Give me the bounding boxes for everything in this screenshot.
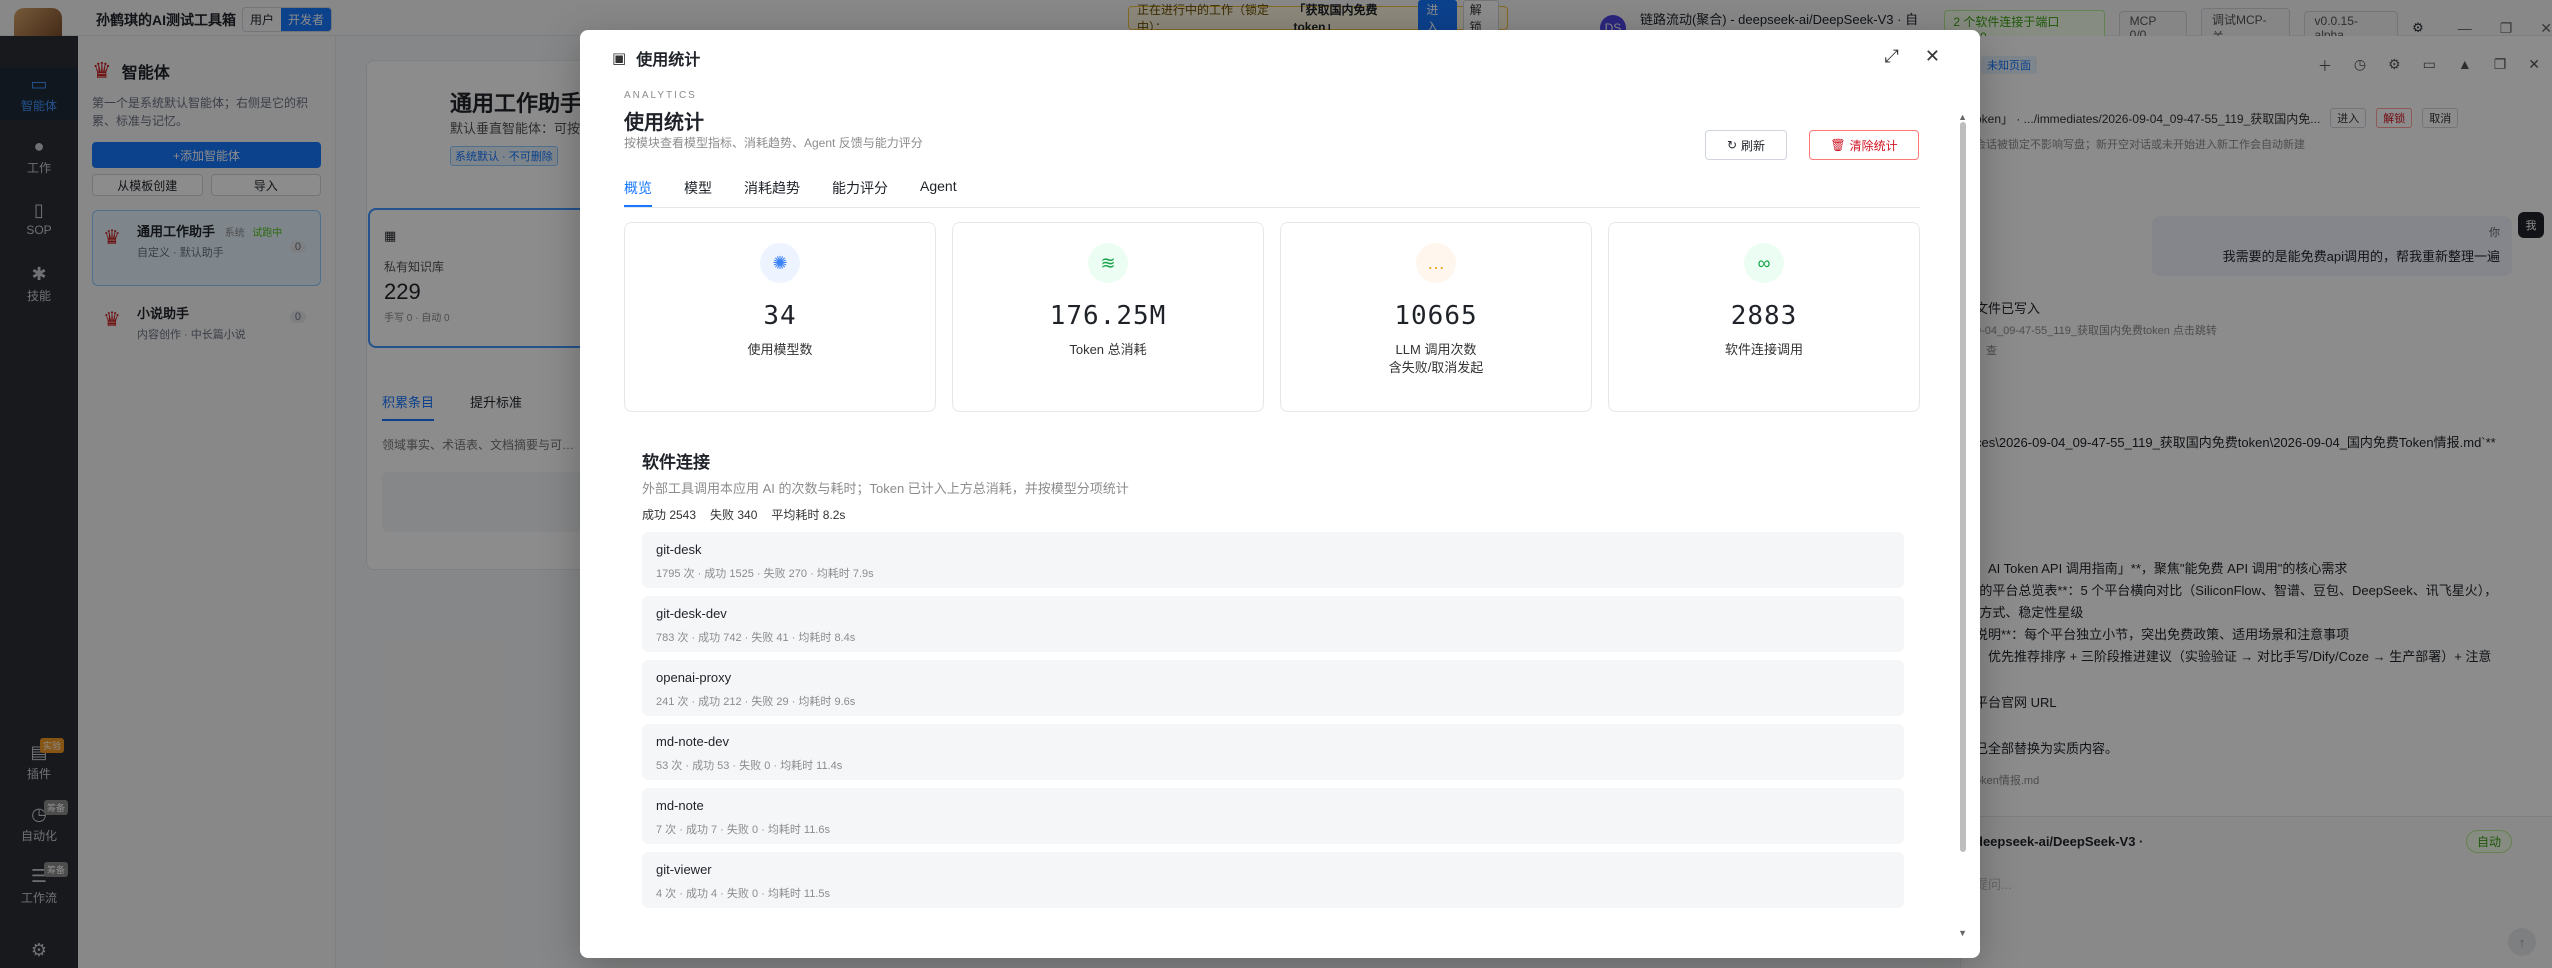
card-label: 软件连接调用 [1724,342,1803,357]
tab-models[interactable]: 模型 [684,178,712,207]
tab-agent[interactable]: Agent [920,178,957,207]
tab-ability[interactable]: 能力评分 [832,178,888,207]
modal-scrollbar[interactable] [1960,122,1966,852]
list-item[interactable]: git-desk-dev 783 次 · 成功 742 · 失败 41 · 均耗… [642,596,1904,652]
tab-overview[interactable]: 概览 [624,178,652,207]
clear-label: 清除统计 [1849,138,1898,153]
card-label-line1: LLM 调用次数 [1395,342,1477,357]
fullscreen-icon[interactable]: ⤢ [1885,46,1899,67]
conn-title: 软件连接 [642,453,710,472]
summary-cards: ✺ 34 使用模型数 ≋ 176.25M Token 总消耗 … 10665 L… [624,222,1920,412]
database-icon: ≋ [1088,243,1128,283]
conn-meta: 53 次 · 成功 53 · 失败 0 · 均耗时 11.4s [656,760,843,772]
software-connections: 软件连接 外部工具调用本应用 AI 的次数与耗时；Token 已计入上方总消耗，… [624,434,1920,914]
chat-icon: … [1416,243,1456,283]
list-item[interactable]: git-desk 1795 次 · 成功 1525 · 失败 270 · 均耗时… [642,532,1904,588]
clear-stats-button[interactable]: 🗑 清除统计 [1809,130,1919,160]
refresh-button[interactable]: ↻ 刷新 [1705,130,1787,160]
conn-meta: 7 次 · 成功 7 · 失败 0 · 均耗时 11.6s [656,824,830,836]
scroll-up-icon[interactable]: ▲ [1958,112,1967,122]
card-software-calls: ∞ 2883 软件连接调用 [1608,222,1920,412]
refresh-icon: ↻ [1726,138,1738,152]
card-label: LLM 调用次数 含失败/取消发起 [1281,341,1591,377]
card-token-total: ≋ 176.25M Token 总消耗 [952,222,1264,412]
card-llm-calls: … 10665 LLM 调用次数 含失败/取消发起 [1280,222,1592,412]
list-item[interactable]: md-note-dev 53 次 · 成功 53 · 失败 0 · 均耗时 11… [642,724,1904,780]
stats-title: 使用统计 [624,112,704,134]
conn-name: git-desk-dev [656,606,727,621]
card-value: 34 [763,301,797,331]
modal-controls: ⤢ ✕ [1885,46,1941,67]
link-icon: ∞ [1744,243,1784,283]
modal-header: ▣ 使用统计 [580,30,1980,86]
conn-meta: 1795 次 · 成功 1525 · 失败 270 · 均耗时 7.9s [656,568,874,580]
chip-icon: ✺ [760,243,800,283]
list-item[interactable]: openai-proxy 241 次 · 成功 212 · 失败 29 · 均耗… [642,660,1904,716]
conn-summary: 成功 2543 失败 340 平均耗时 8.2s [642,506,845,523]
conn-name: openai-proxy [656,670,732,685]
conn-meta: 783 次 · 成功 742 · 失败 41 · 均耗时 8.4s [656,632,856,644]
conn-list: git-desk 1795 次 · 成功 1525 · 失败 270 · 均耗时… [642,532,1904,916]
refresh-label: 刷新 [1741,138,1766,153]
conn-name: md-note [656,798,704,813]
conn-meta: 4 次 · 成功 4 · 失败 0 · 均耗时 11.5s [656,888,830,900]
conn-subtitle: 外部工具调用本应用 AI 的次数与耗时；Token 已计入上方总消耗，并按模型分… [642,481,1129,496]
modal-title: 使用统计 [636,52,701,69]
list-item[interactable]: git-viewer 4 次 · 成功 4 · 失败 0 · 均耗时 11.5s [642,852,1904,908]
stats-icon: ▣ [612,50,627,67]
stats-subtitle: 按模块查看模型指标、消耗趋势、Agent 反馈与能力评分 [624,136,923,150]
conn-name: git-desk [656,542,702,557]
trash-icon: 🗑 [1830,138,1846,152]
stats-tabs: 概览 模型 消耗趋势 能力评分 Agent [624,178,1920,208]
conn-name: git-viewer [656,862,712,877]
card-value: 176.25M [1049,301,1167,331]
close-icon[interactable]: ✕ [1925,46,1940,67]
card-label: Token 总消耗 [1069,342,1147,357]
conn-fail: 失败 340 [710,508,758,522]
tab-trend[interactable]: 消耗趋势 [744,178,800,207]
card-model-count: ✺ 34 使用模型数 [624,222,936,412]
conn-name: md-note-dev [656,734,729,749]
card-label-line2: 含失败/取消发起 [1388,360,1484,375]
card-label: 使用模型数 [747,342,813,357]
conn-avg: 平均耗时 8.2s [771,508,846,522]
analytics-label: ANALYTICS [624,90,697,101]
card-value: 10665 [1394,301,1478,331]
conn-success: 成功 2543 [642,508,697,522]
conn-meta: 241 次 · 成功 212 · 失败 29 · 均耗时 9.6s [656,696,856,708]
scroll-down-icon[interactable]: ▼ [1958,928,1967,938]
list-item[interactable]: md-note 7 次 · 成功 7 · 失败 0 · 均耗时 11.6s [642,788,1904,844]
usage-stats-modal: ▣ 使用统计 ⤢ ✕ ANALYTICS 使用统计 按模块查看模型指标、消耗趋势… [580,30,1980,958]
card-value: 2883 [1730,301,1798,331]
